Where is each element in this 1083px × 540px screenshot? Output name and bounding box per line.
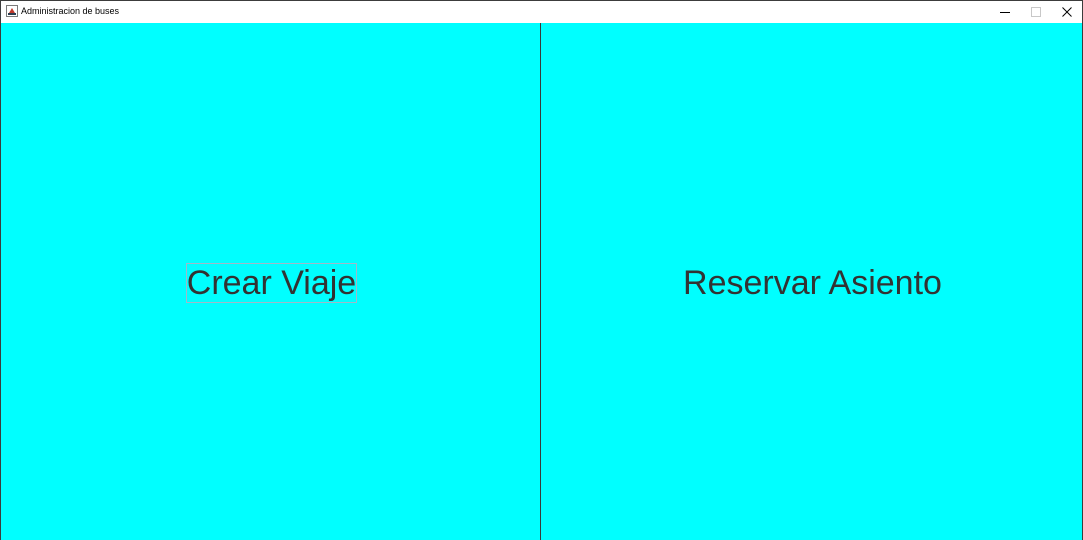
close-button[interactable] bbox=[1051, 1, 1082, 23]
close-icon bbox=[1061, 7, 1072, 17]
java-cup-icon bbox=[6, 5, 18, 17]
crear-viaje-label: Crear Viaje bbox=[185, 263, 358, 303]
main-content: Crear Viaje Reservar Asiento bbox=[1, 23, 1082, 540]
minimize-icon bbox=[999, 12, 1010, 13]
maximize-button[interactable] bbox=[1020, 1, 1051, 23]
app-window: Administracion de buses Crear Viaje Rese… bbox=[0, 0, 1083, 540]
minimize-button[interactable] bbox=[989, 1, 1020, 23]
reservar-asiento-button[interactable]: Reservar Asiento bbox=[541, 23, 1082, 540]
crear-viaje-button[interactable]: Crear Viaje bbox=[1, 23, 541, 540]
maximize-icon bbox=[1030, 7, 1041, 17]
title-bar[interactable]: Administracion de buses bbox=[1, 1, 1082, 23]
reservar-asiento-label: Reservar Asiento bbox=[683, 264, 942, 302]
window-title: Administracion de buses bbox=[21, 6, 120, 16]
